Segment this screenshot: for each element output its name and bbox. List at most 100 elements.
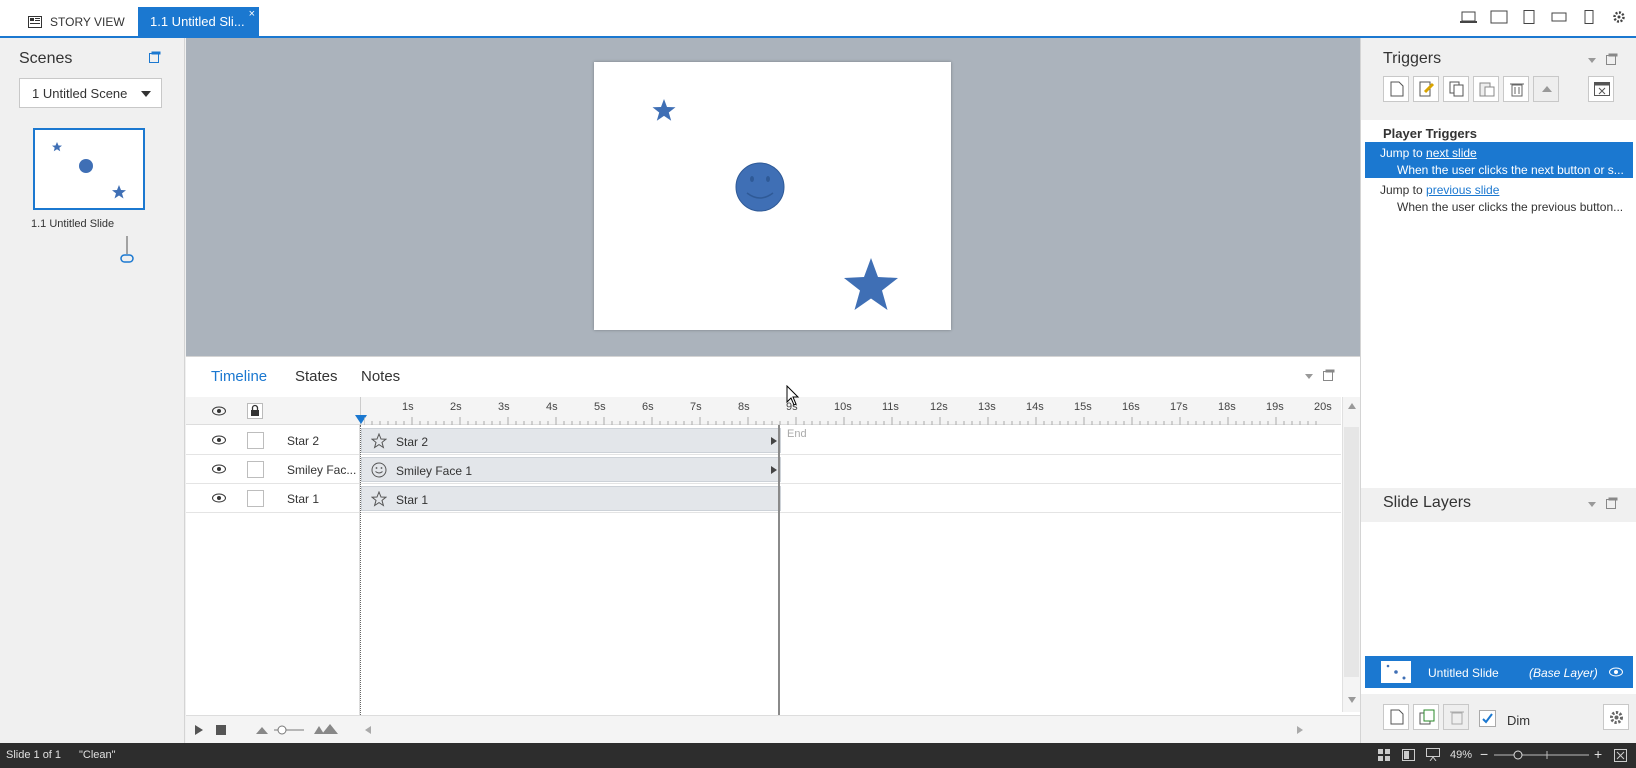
panel-menu-icon[interactable]: [1587, 56, 1597, 64]
timeline-tick-label: 3s: [498, 401, 510, 413]
trigger-detail: When the user clicks the previous button…: [1397, 200, 1624, 214]
zoom-slider[interactable]: [274, 724, 304, 736]
fit-to-window-icon[interactable]: [1614, 749, 1627, 762]
gear-icon: [1610, 711, 1623, 724]
end-line[interactable]: [778, 425, 780, 725]
desktop-preview-icon[interactable]: [1460, 10, 1478, 24]
panel-menu-icon[interactable]: [1304, 372, 1314, 380]
tablet-landscape-icon[interactable]: [1490, 10, 1508, 24]
trigger-item-previous[interactable]: Jump to previous slide When the user cli…: [1365, 179, 1633, 215]
mouse-cursor-icon: [786, 385, 800, 406]
tablet-portrait-icon[interactable]: [1520, 10, 1538, 24]
triggers-list: Player Triggers Jump to next slide When …: [1361, 120, 1636, 488]
gear-icon[interactable]: [1610, 10, 1628, 24]
tab-slide[interactable]: 1.1 Untitled Sli... ×: [138, 7, 259, 36]
layer-settings-button[interactable]: [1603, 704, 1629, 730]
new-document-icon: [1390, 709, 1404, 725]
slide-count: Slide 1 of 1: [6, 749, 62, 761]
star-1-shape: [844, 258, 898, 310]
scroll-up-icon[interactable]: [1348, 403, 1356, 409]
stop-icon[interactable]: [216, 725, 226, 735]
new-document-icon: [1390, 81, 1404, 97]
expand-right-icon[interactable]: [771, 466, 777, 474]
panel-menu-icon[interactable]: [1587, 500, 1597, 508]
slide-sorter-icon[interactable]: [1378, 749, 1390, 761]
timeline-bar[interactable]: Smiley Face 1: [361, 457, 781, 482]
normal-view-icon[interactable]: [1402, 749, 1415, 761]
timeline-bar[interactable]: Star 1: [361, 486, 781, 511]
tab-story-view[interactable]: STORY VIEW: [18, 7, 128, 36]
zoom-in-icon[interactable]: [314, 724, 338, 734]
vertical-scrollbar[interactable]: [1342, 397, 1360, 712]
zoom-out-icon[interactable]: −: [1480, 746, 1488, 762]
new-layer-button[interactable]: [1383, 704, 1409, 730]
zoom-slider[interactable]: [1494, 749, 1589, 761]
scroll-left-icon[interactable]: [365, 726, 371, 734]
ruler-minor-ticks: [364, 417, 1317, 425]
restore-panel-icon[interactable]: [1323, 369, 1335, 381]
scenes-panel: Scenes 1 Untitled Scene 1.1 Untitled Sli…: [0, 38, 185, 743]
star-outline-icon: [371, 433, 387, 449]
phone-portrait-icon[interactable]: [1580, 10, 1598, 24]
edit-icon: [1419, 81, 1435, 97]
scroll-down-icon[interactable]: [1348, 697, 1356, 703]
layers-list: Untitled Slide (Base Layer): [1361, 522, 1636, 694]
copy-icon: [1449, 81, 1464, 97]
copy-trigger-button[interactable]: [1443, 76, 1469, 102]
tab-notes[interactable]: Notes: [361, 368, 400, 385]
duplicate-layer-button[interactable]: [1413, 704, 1439, 730]
star-2-shape: [652, 99, 676, 121]
tab-states[interactable]: States: [295, 368, 338, 385]
horizontal-scrollbar[interactable]: [360, 719, 1308, 741]
tab-story-view-label: STORY VIEW: [50, 14, 125, 29]
eye-icon[interactable]: [212, 406, 226, 416]
close-icon[interactable]: ×: [249, 8, 255, 20]
restore-panel-icon[interactable]: [1606, 497, 1618, 509]
timeline-bar[interactable]: Star 2: [361, 428, 781, 453]
scroll-thumb[interactable]: [1344, 427, 1359, 677]
scroll-right-icon[interactable]: [1297, 726, 1303, 734]
trigger-link[interactable]: previous slide: [1426, 183, 1499, 197]
scene-dropdown-value: 1 Untitled Scene: [32, 86, 128, 101]
row-labels-column: [186, 425, 360, 725]
delete-trigger-button[interactable]: [1503, 76, 1529, 102]
slide-thumbnail[interactable]: [33, 128, 145, 210]
play-icon[interactable]: [195, 725, 203, 735]
base-layer-row[interactable]: Untitled Slide (Base Layer): [1365, 656, 1633, 688]
timeline-tick-label: 19s: [1266, 401, 1284, 413]
zoom-in-icon[interactable]: +: [1594, 746, 1602, 762]
timeline-tick-label: 10s: [834, 401, 852, 413]
slide-canvas: [186, 38, 1360, 356]
trigger-link[interactable]: next slide: [1426, 146, 1477, 160]
move-trigger-up-button[interactable]: [1533, 76, 1559, 102]
top-tab-bar: STORY VIEW 1.1 Untitled Sli... ×: [0, 0, 1636, 38]
slide-stage[interactable]: [594, 62, 951, 330]
timeline-tick-label: 8s: [738, 401, 750, 413]
restore-panel-icon[interactable]: [1606, 53, 1618, 65]
phone-landscape-icon[interactable]: [1550, 10, 1568, 24]
preview-icon[interactable]: [1426, 748, 1440, 761]
thumbnail-label: 1.1 Untitled Slide: [31, 218, 115, 230]
restore-panel-icon[interactable]: [149, 51, 161, 63]
window-icon: [1594, 82, 1610, 96]
zoom-out-icon[interactable]: [256, 726, 268, 734]
tab-timeline[interactable]: Timeline: [211, 368, 267, 385]
edit-trigger-button[interactable]: [1413, 76, 1439, 102]
dim-checkbox[interactable]: [1479, 710, 1496, 727]
player-triggers-toggle-button[interactable]: [1588, 76, 1614, 102]
timeline-tick-label: 17s: [1170, 401, 1188, 413]
eye-icon[interactable]: [1609, 667, 1623, 677]
paste-trigger-button[interactable]: [1473, 76, 1499, 102]
player-triggers-heading: Player Triggers: [1383, 126, 1477, 141]
lock-icon[interactable]: [247, 403, 263, 419]
playhead-line: [360, 425, 361, 725]
dim-label: Dim: [1507, 713, 1531, 728]
base-layer-tag: (Base Layer): [1529, 666, 1598, 680]
trigger-item-next[interactable]: Jump to next slide When the user clicks …: [1365, 142, 1633, 178]
delete-layer-button[interactable]: [1443, 704, 1469, 730]
scene-dropdown[interactable]: 1 Untitled Scene: [19, 78, 162, 108]
expand-right-icon[interactable]: [771, 437, 777, 445]
new-trigger-button[interactable]: [1383, 76, 1409, 102]
timeline-tick-label: 2s: [450, 401, 462, 413]
check-icon: [1482, 713, 1493, 724]
